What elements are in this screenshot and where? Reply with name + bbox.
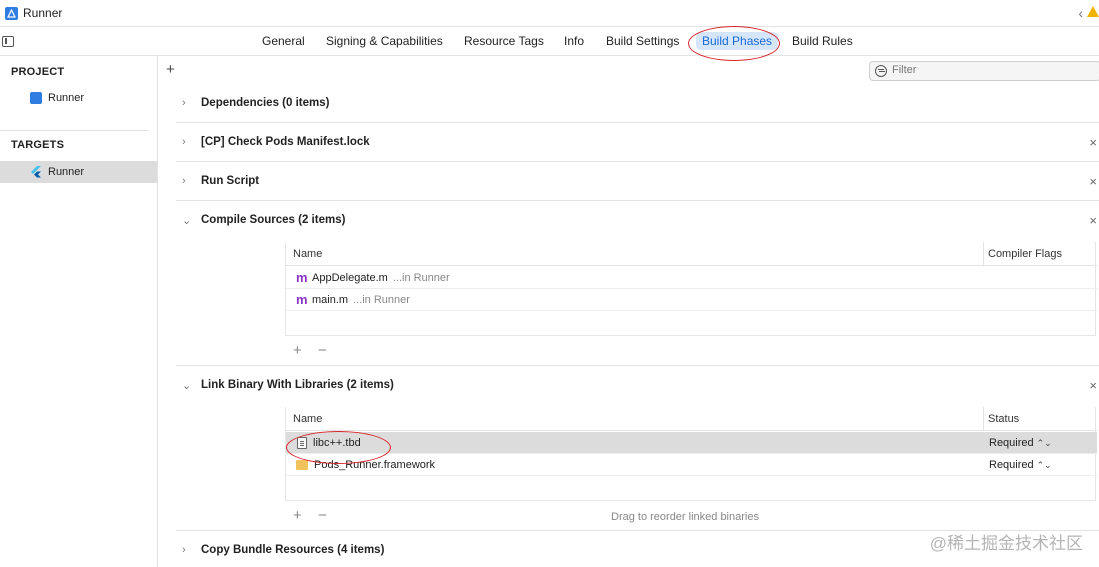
chevron-right-icon[interactable]: › [182, 136, 198, 148]
sidebar-item-label: Runner [48, 166, 85, 178]
tab-general[interactable]: General [262, 34, 305, 48]
file-name: AppDelegate.m [312, 271, 388, 284]
back-chevron-icon[interactable]: ‹ [1078, 5, 1083, 21]
chevron-right-icon[interactable]: › [182, 97, 198, 109]
column-header-compiler-flags[interactable]: Compiler Flags [988, 248, 1062, 260]
tab-signing-capabilities[interactable]: Signing & Capabilities [326, 34, 443, 48]
objc-file-icon: m [296, 292, 308, 307]
framework-icon [296, 459, 308, 470]
watermark: @稀土掘金技术社区 [929, 534, 1083, 553]
table-row[interactable]: libc++.tbd Required ⌃⌄ [286, 432, 1097, 454]
editor-tab-bar: General Signing & Capabilities Resource … [0, 26, 1099, 61]
objc-file-icon: m [296, 270, 308, 285]
up-down-chevron-icon: ⌃⌄ [1036, 459, 1052, 470]
remove-library-button[interactable]: − [318, 507, 327, 524]
phase-header[interactable]: ⌄ Compile Sources (2 items) [176, 201, 1099, 239]
phase-header[interactable]: ⌄ Link Binary With Libraries (2 items) [176, 366, 1099, 404]
column-header-name[interactable]: Name [293, 413, 322, 425]
targets-heading: TARGETS [11, 139, 65, 151]
phase-link-binary: ⌄ Link Binary With Libraries (2 items) ×… [176, 366, 1099, 531]
window-title: Runner [23, 6, 63, 20]
library-name: Pods_Runner.framework [314, 458, 436, 471]
warning-icon[interactable] [1087, 6, 1099, 17]
tab-resource-tags[interactable]: Resource Tags [464, 34, 544, 48]
status-popup[interactable]: Required ⌃⌄ [989, 437, 1052, 449]
chevron-down-icon[interactable]: ⌄ [182, 214, 198, 227]
table-row[interactable]: Pods_Runner.framework Required ⌃⌄ [286, 454, 1097, 476]
project-navigator: PROJECT Runner TARGETS Runner [0, 56, 158, 567]
column-separator[interactable] [983, 242, 984, 266]
close-icon[interactable]: × [1089, 135, 1097, 150]
phase-title: Compile Sources (2 items) [201, 214, 346, 226]
chevron-right-icon[interactable]: › [182, 544, 198, 556]
library-file-icon [297, 436, 307, 449]
phase-title: [CP] Check Pods Manifest.lock [201, 136, 370, 148]
phase-dependencies: › Dependencies (0 items) [176, 84, 1099, 123]
drag-reorder-hint: Drag to reorder linked binaries [611, 511, 759, 523]
column-header-status[interactable]: Status [988, 413, 1019, 425]
chevron-right-icon[interactable]: › [182, 175, 198, 187]
table-header: Name Compiler Flags [286, 242, 1097, 266]
table-header: Name Status [286, 407, 1097, 431]
remove-file-button[interactable]: − [318, 342, 327, 359]
table-row[interactable]: m AppDelegate.m ...in Runner [286, 267, 1097, 289]
tab-build-rules[interactable]: Build Rules [792, 34, 853, 48]
phase-header[interactable]: › Dependencies (0 items) [176, 84, 1099, 122]
sidebar-toggle-icon[interactable] [2, 36, 14, 47]
up-down-chevron-icon: ⌃⌄ [1036, 437, 1052, 448]
file-name: main.m [312, 293, 349, 306]
add-library-button[interactable]: + [293, 507, 302, 524]
tab-build-phases[interactable]: Build Phases [696, 32, 779, 50]
table-footer: + − Drag to reorder linked binaries [286, 501, 1097, 531]
phase-header[interactable]: › [CP] Check Pods Manifest.lock [176, 123, 1099, 161]
phase-title: Run Script [201, 175, 260, 187]
phase-title: Dependencies (0 items) [201, 97, 330, 109]
column-header-name[interactable]: Name [293, 248, 322, 260]
phase-check-pods-manifest: › [CP] Check Pods Manifest.lock × [176, 123, 1099, 162]
close-icon[interactable]: × [1089, 174, 1097, 189]
sidebar-item-target-runner[interactable]: Runner [0, 161, 157, 183]
sidebar-item-project-runner[interactable]: Runner [0, 87, 157, 109]
column-separator[interactable] [983, 407, 984, 431]
add-build-phase-button[interactable]: + [166, 61, 175, 78]
phase-title: Link Binary With Libraries (2 items) [201, 379, 394, 391]
status-popup[interactable]: Required ⌃⌄ [989, 459, 1052, 471]
file-location: ...in Runner [353, 293, 410, 306]
window-titlebar: Runner ‹ [0, 0, 1099, 27]
sidebar-item-label: Runner [48, 92, 85, 104]
xcode-project-icon [5, 6, 18, 20]
phase-title: Copy Bundle Resources (4 items) [201, 544, 385, 556]
flutter-icon [30, 166, 42, 178]
tab-info[interactable]: Info [564, 34, 584, 48]
build-phases-toolbar: + [158, 56, 1099, 85]
sidebar-divider [0, 130, 148, 131]
tab-build-settings[interactable]: Build Settings [606, 34, 679, 48]
status-value: Required [989, 458, 1034, 471]
close-icon[interactable]: × [1089, 213, 1097, 228]
close-icon[interactable]: × [1089, 378, 1097, 393]
library-name: libc++.tbd [313, 436, 361, 449]
file-location: ...in Runner [392, 271, 450, 284]
compile-sources-table: Name Compiler Flags m AppDelegate.m ...i… [285, 242, 1097, 359]
phase-run-script: › Run Script × [176, 162, 1099, 201]
project-heading: PROJECT [11, 66, 65, 78]
add-file-button[interactable]: + [293, 342, 302, 359]
link-binary-table: Name Status libc++.tbd Required ⌃⌄ Pods_R… [285, 407, 1097, 524]
xcode-project-icon [30, 92, 42, 104]
filter-icon [875, 65, 887, 77]
filter-field[interactable] [869, 61, 1099, 81]
filter-input[interactable] [892, 64, 1092, 76]
chevron-down-icon[interactable]: ⌄ [182, 379, 198, 392]
table-row[interactable]: m main.m ...in Runner [286, 289, 1097, 311]
phase-compile-sources: ⌄ Compile Sources (2 items) × Name Compi… [176, 201, 1099, 366]
status-value: Required [989, 436, 1034, 449]
table-footer: + − [286, 336, 1097, 366]
phase-header[interactable]: › Run Script [176, 162, 1099, 200]
